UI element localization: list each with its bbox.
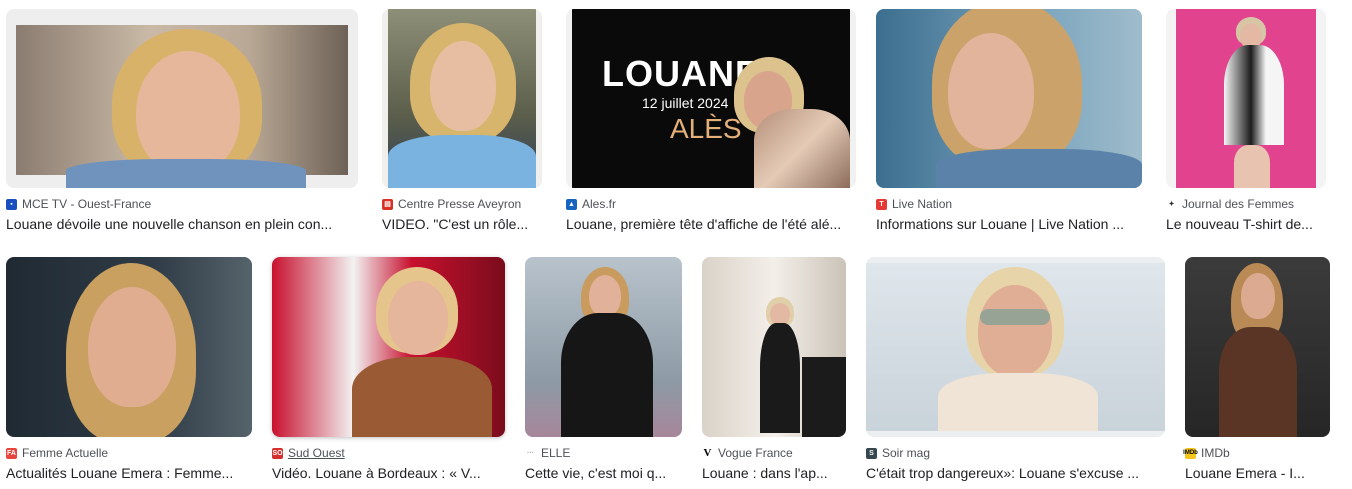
face-shape [1241,273,1275,319]
source-label: Centre Presse Aveyron [398,197,522,211]
face-shape [770,303,790,325]
face-shape [88,287,176,407]
source-label: Live Nation [892,197,953,211]
top-shape [938,373,1098,431]
result-thumbnail-4[interactable] [876,9,1142,188]
image-result-4[interactable]: T Live Nation Informations sur Louane | … [876,9,1142,233]
result-thumbnail-9[interactable] [702,257,846,437]
sequin-dress-shape [754,109,850,188]
face-shape [978,285,1052,377]
source-label: Journal des Femmes [1182,197,1295,211]
source-label: Soir mag [882,446,931,460]
source-label: ELLE [541,446,571,460]
source-label: Sud Ouest [288,446,345,460]
result-title-2[interactable]: VIDEO. "C'est un rôle... [382,215,542,233]
result-title-6[interactable]: Actualités Louane Emera : Femme... [6,464,252,482]
elle-icon: ··· [527,449,534,457]
femme-actuelle-icon: FA [6,447,17,459]
result-source-8[interactable]: ··· ELLE [525,445,682,461]
image-result-6[interactable]: FA Femme Actuelle Actualités Louane Emer… [6,257,252,482]
source-label: IMDb [1201,446,1230,460]
result-thumbnail-6[interactable] [6,257,252,437]
poster-city: ALÈS [670,113,742,144]
image-result-1[interactable]: ▪ MCE TV - Ouest-France Louane dévoile u… [6,9,358,233]
face-shape [388,281,448,355]
vogue-icon: V [703,446,712,459]
ales-icon: ▲ [566,198,577,210]
result-source-5[interactable]: ✦ Journal des Femmes [1166,196,1326,212]
image-result-2[interactable]: ▤ Centre Presse Aveyron VIDEO. "C'est un… [382,9,542,233]
result-source-4[interactable]: T Live Nation [876,196,1142,212]
image-result-5[interactable]: ✦ Journal des Femmes Le nouveau T-shirt … [1166,9,1326,233]
result-title-1[interactable]: Louane dévoile une nouvelle chanson en p… [6,215,358,233]
result-thumbnail-7[interactable] [272,257,505,437]
soir-mag-icon: S [866,447,877,459]
denim-jacket-shape [936,149,1142,188]
image-result-9[interactable]: V Vogue France Louane : dans l'ap... [702,257,846,482]
result-source-9[interactable]: V Vogue France [702,445,846,461]
sunglasses-shape [980,309,1050,325]
coat-shape [352,357,492,437]
face-shape [136,51,240,175]
top-shape [66,159,306,188]
black-dress-shape [561,313,653,437]
result-title-4[interactable]: Informations sur Louane | Live Nation ..… [876,215,1142,233]
result-title-5[interactable]: Le nouveau T-shirt de... [1166,215,1326,233]
result-source-7[interactable]: SO Sud Ouest [272,445,505,461]
face-shape [430,41,496,131]
result-source-3[interactable]: ▲ Ales.fr [566,196,856,212]
result-thumbnail-3[interactable]: LOUANE 12 juillet 2024 ALÈS [566,9,856,188]
centre-presse-icon: ▤ [382,198,393,210]
result-thumbnail-5[interactable] [1166,9,1326,188]
live-nation-icon: T [876,198,887,210]
legs-shape [1234,145,1270,188]
result-source-11[interactable]: IMDb IMDb [1183,445,1330,461]
result-title-8[interactable]: Cette vie, c'est moi q... [525,464,682,482]
poster-date: 12 juillet 2024 [642,95,729,111]
brown-dress-shape [1219,327,1297,437]
face-shape [948,33,1034,149]
result-thumbnail-2[interactable] [382,9,542,188]
imdb-icon: IMDb [1183,447,1198,459]
result-title-9[interactable]: Louane : dans l'ap... [702,464,846,482]
result-source-2[interactable]: ▤ Centre Presse Aveyron [382,196,542,212]
result-thumbnail-8[interactable] [525,257,682,437]
result-title-11[interactable]: Louane Emera - I... [1185,464,1330,482]
result-source-10[interactable]: S Soir mag [866,445,1165,461]
black-outfit-shape [760,323,800,433]
source-label: Ales.fr [582,197,617,211]
result-source-6[interactable]: FA Femme Actuelle [6,445,252,461]
result-thumbnail-10[interactable] [866,257,1165,437]
result-thumbnail-11[interactable] [1185,257,1330,437]
image-result-3[interactable]: LOUANE 12 juillet 2024 ALÈS ▲ Ales.fr Lo… [566,9,856,233]
result-title-3[interactable]: Louane, première tête d'affiche de l'été… [566,215,856,233]
image-result-7[interactable]: SO Sud Ouest Vidéo. Louane à Bordeaux : … [272,257,505,482]
face-shape [589,275,621,317]
piano-shape [802,357,846,437]
blue-dress-shape [388,135,536,188]
dress-shape [1224,45,1284,145]
source-label: Vogue France [718,446,793,460]
image-result-10[interactable]: S Soir mag C'était trop dangereux»: Loua… [866,257,1165,482]
result-title-7[interactable]: Vidéo. Louane à Bordeaux : « V... [272,464,505,482]
image-result-8[interactable]: ··· ELLE Cette vie, c'est moi q... [525,257,682,482]
result-source-1[interactable]: ▪ MCE TV - Ouest-France [6,196,358,212]
mce-icon: ▪ [6,198,17,210]
result-title-10[interactable]: C'était trop dangereux»: Louane s'excuse… [866,464,1156,482]
result-thumbnail-1[interactable] [6,9,358,188]
source-label: Femme Actuelle [22,446,109,460]
sud-ouest-icon: SO [272,447,283,459]
image-result-11[interactable]: IMDb IMDb Louane Emera - I... [1183,257,1330,482]
journal-des-femmes-icon: ✦ [1168,200,1175,208]
source-label: MCE TV - Ouest-France [22,197,152,211]
